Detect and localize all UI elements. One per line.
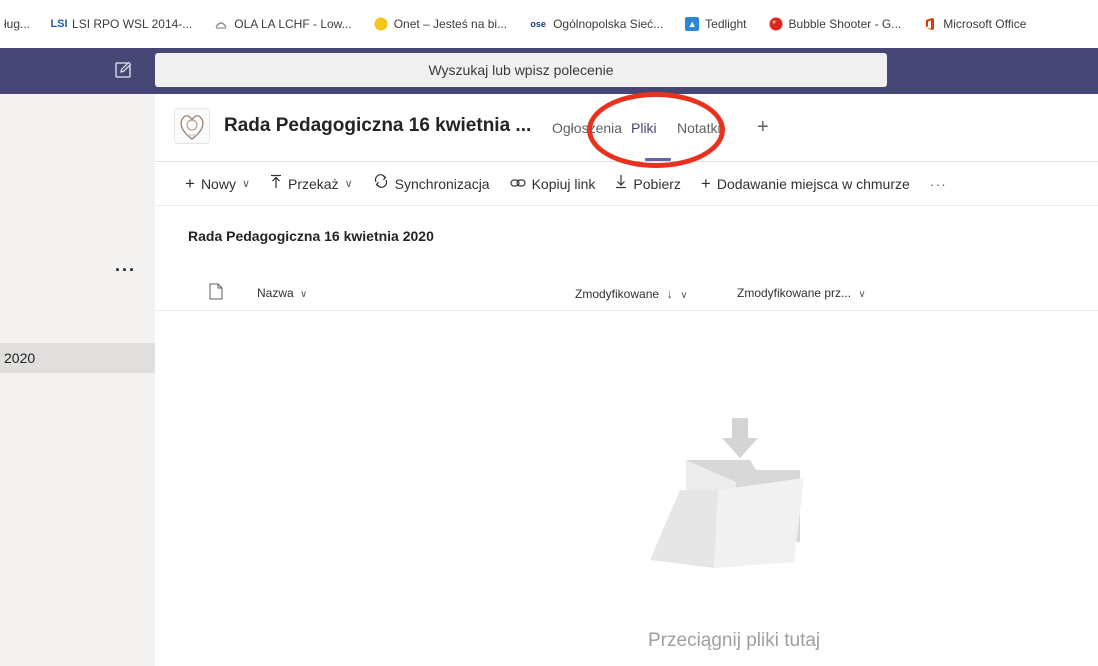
new-label: Nowy [200, 175, 236, 192]
chevron-down-icon: ∨ [680, 290, 688, 301]
onet-icon [374, 17, 388, 31]
plus-icon: + [185, 173, 195, 193]
sync-button[interactable]: Synchronizacja [373, 173, 490, 194]
file-list-header: Nazwa ∨ Zmodyfikowane ↓ ∨ Zmodyfikowane … [155, 272, 1098, 311]
chevron-down-icon: ∨ [858, 289, 866, 300]
upload-button[interactable]: Przekaż ∨ [270, 174, 353, 194]
bookmark-label: LSI RPO WSL 2014-... [72, 17, 193, 31]
copy-link-button[interactable]: Kopiuj link [509, 174, 596, 194]
column-name-label: Nazwa [257, 286, 294, 300]
column-modified[interactable]: Zmodyfikowane ↓ ∨ [575, 286, 688, 301]
tab-notes[interactable]: Notatki [677, 120, 721, 136]
download-button[interactable]: Pobierz [615, 174, 681, 194]
plus-icon: + [700, 173, 711, 193]
link-icon [509, 174, 526, 194]
office-icon [923, 17, 937, 31]
bookmark-item[interactable]: Onet – Jesteś na bi... [374, 17, 507, 31]
sync-icon [373, 173, 389, 194]
team-name: Rada Pedagogiczna 16 kwietnia ... [224, 115, 532, 136]
search-input[interactable]: Wyszukaj lub wpisz polecenie [155, 53, 887, 87]
left-panel: ··· 2020 [0, 94, 155, 666]
bookmark-label: ług... [4, 17, 31, 31]
active-tab-indicator [645, 158, 671, 161]
bookmark-item[interactable]: ług... [4, 17, 30, 31]
copy-link-label: Kopiuj link [531, 175, 596, 192]
bookmark-label: OLA LA LCHF - Low... [234, 17, 352, 31]
team-logo-icon [174, 108, 210, 144]
chevron-down-icon: ∨ [300, 289, 308, 300]
chevron-down-icon: ∨ [344, 178, 353, 190]
bookmark-item[interactable]: Bubble Shooter - G... [769, 17, 902, 31]
bookmark-item[interactable]: ▲ Tedlight [685, 17, 747, 31]
new-chat-icon[interactable] [114, 61, 132, 79]
column-name[interactable]: Nazwa ∨ [257, 286, 307, 300]
bookmarks-bar: ług... LSI LSI RPO WSL 2014-... OLA LA L… [0, 0, 1098, 48]
bookmark-label: Microsoft Office [943, 17, 1027, 31]
upload-icon [270, 174, 282, 194]
empty-folder-illustration [640, 410, 830, 580]
bookmark-label: Tedlight [705, 17, 747, 31]
drag-files-here-text: Przeciągnij pliki tutaj [648, 630, 821, 651]
column-modified-label: Zmodyfikowane [575, 287, 660, 301]
sort-descending-icon: ↓ [666, 286, 673, 301]
folder-breadcrumb: Rada Pedagogiczna 16 kwietnia 2020 [188, 228, 434, 244]
bookmark-item[interactable]: LSI LSI RPO WSL 2014-... [50, 17, 193, 31]
bookmark-item[interactable]: ose Ogólnopolska Sieć... [529, 17, 663, 31]
more-commands-icon[interactable]: ··· [930, 176, 947, 192]
add-cloud-label: Dodawanie miejsca w chmurze [716, 175, 910, 192]
bookmark-label: Onet – Jesteś na bi... [393, 17, 508, 31]
search-placeholder: Wyszukaj lub wpisz polecenie [428, 62, 614, 78]
column-modified-by[interactable]: Zmodyfikowane prz... ∨ [737, 286, 866, 300]
tedlight-icon: ▲ [685, 17, 700, 31]
lsi-logo-icon: LSI [50, 18, 68, 30]
bubble-icon [769, 17, 783, 31]
tab-files[interactable]: Pliki [631, 120, 657, 136]
selected-team-item[interactable]: 2020 [0, 343, 155, 373]
bookmark-label: Bubble Shooter - G... [788, 17, 902, 31]
bookmark-item[interactable]: Microsoft Office [923, 17, 1026, 31]
command-bar: + Nowy ∨ Przekaż ∨ Synchronizacja Kopiuj… [155, 162, 1098, 206]
download-label: Pobierz [633, 175, 681, 192]
file-type-icon [209, 283, 223, 300]
add-cloud-storage-button[interactable]: + Dodawanie miejsca w chmurze [701, 174, 910, 194]
tab-announcements[interactable]: Ogłoszenia [552, 120, 622, 136]
more-options-icon[interactable]: ··· [115, 260, 136, 281]
channel-header: Rada Pedagogiczna 16 kwietnia ... Ogłosz… [155, 94, 1098, 162]
bookmark-item[interactable]: OLA LA LCHF - Low... [214, 17, 352, 31]
ose-icon: ose [530, 19, 546, 29]
bookmark-label: Ogólnopolska Sieć... [553, 17, 664, 31]
teams-top-bar: Wyszukaj lub wpisz polecenie [0, 48, 1098, 94]
add-tab-icon[interactable]: + [757, 116, 769, 139]
chevron-down-icon: ∨ [241, 178, 251, 190]
column-modified-by-label: Zmodyfikowane prz... [737, 286, 852, 300]
ola-icon [214, 17, 228, 31]
new-button[interactable]: + Nowy ∨ [185, 174, 250, 194]
upload-label: Przekaż [288, 175, 339, 192]
download-icon [615, 174, 627, 194]
sync-label: Synchronizacja [394, 175, 490, 192]
